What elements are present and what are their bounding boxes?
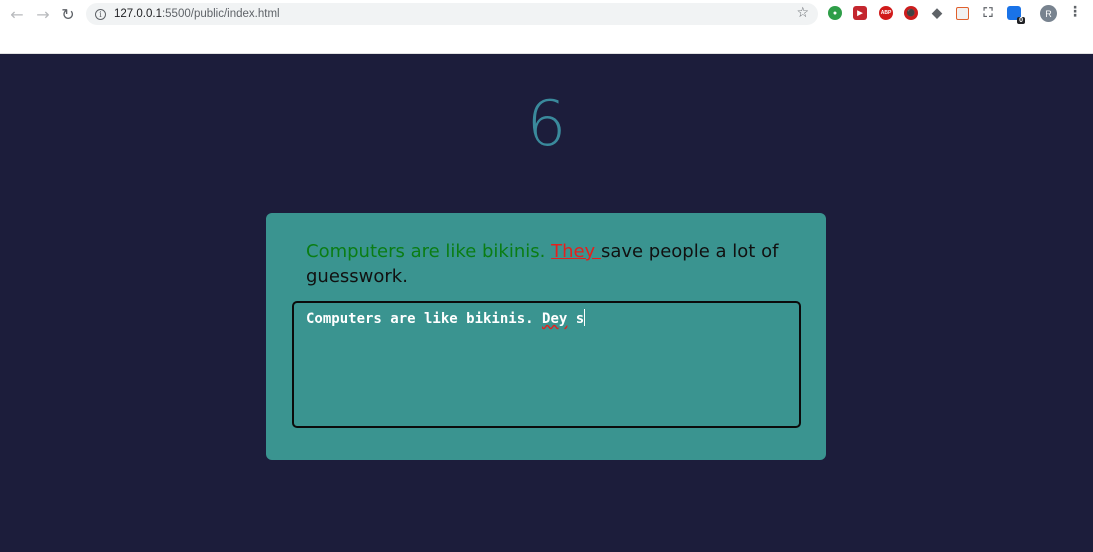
ext-badge-icon[interactable]: 0 — [1007, 6, 1025, 24]
forward-arrow-icon[interactable]: → — [33, 4, 53, 24]
input-text-after-error: s — [567, 311, 585, 327]
ublock-icon[interactable]: ⚫ — [904, 6, 918, 20]
url-text[interactable]: 127.0.0.1:5500/public/index.html — [114, 8, 280, 20]
window-icon[interactable] — [956, 7, 969, 20]
browser-toolbar: ← → ↻ i 127.0.0.1:5500/public/index.html… — [0, 0, 1093, 54]
adblock-icon[interactable]: ABP — [879, 6, 893, 20]
typing-input[interactable]: Computers are like bikinis. Dey s — [292, 301, 801, 428]
bookmark-star-icon[interactable]: ☆ — [796, 5, 809, 21]
address-bar[interactable]: i 127.0.0.1:5500/public/index.html ☆ — [86, 3, 818, 25]
kebab-menu-icon[interactable]: ⋮ — [1068, 5, 1082, 19]
screenshot-icon[interactable]: ⛶ — [981, 5, 995, 20]
quote-incorrect-text: They — [551, 241, 601, 262]
profile-avatar[interactable]: R — [1040, 5, 1057, 22]
eraser-icon[interactable]: ◆ — [930, 5, 944, 20]
input-misspelled-word: Dey — [542, 311, 568, 327]
ext-red-play-icon[interactable]: ▶ — [853, 6, 867, 20]
ext-green-icon[interactable]: ● — [828, 6, 842, 20]
text-caret — [584, 309, 586, 326]
typing-game-page: 6 Computers are like bikinis. They save … — [0, 54, 1093, 552]
back-arrow-icon[interactable]: ← — [7, 4, 27, 24]
typing-card: Computers are like bikinis. They save pe… — [266, 213, 826, 460]
input-text-before-error: Computers are like bikinis. — [306, 311, 543, 327]
url-path: :5500/public/index.html — [161, 8, 280, 20]
site-info-icon[interactable]: i — [95, 8, 106, 20]
url-host: 127.0.0.1 — [114, 8, 162, 20]
timer-display: 6 — [526, 87, 567, 160]
reload-icon[interactable]: ↻ — [58, 4, 78, 24]
quote-correct-text: Computers are like bikinis. — [306, 241, 552, 262]
quote-display: Computers are like bikinis. They save pe… — [306, 239, 786, 289]
